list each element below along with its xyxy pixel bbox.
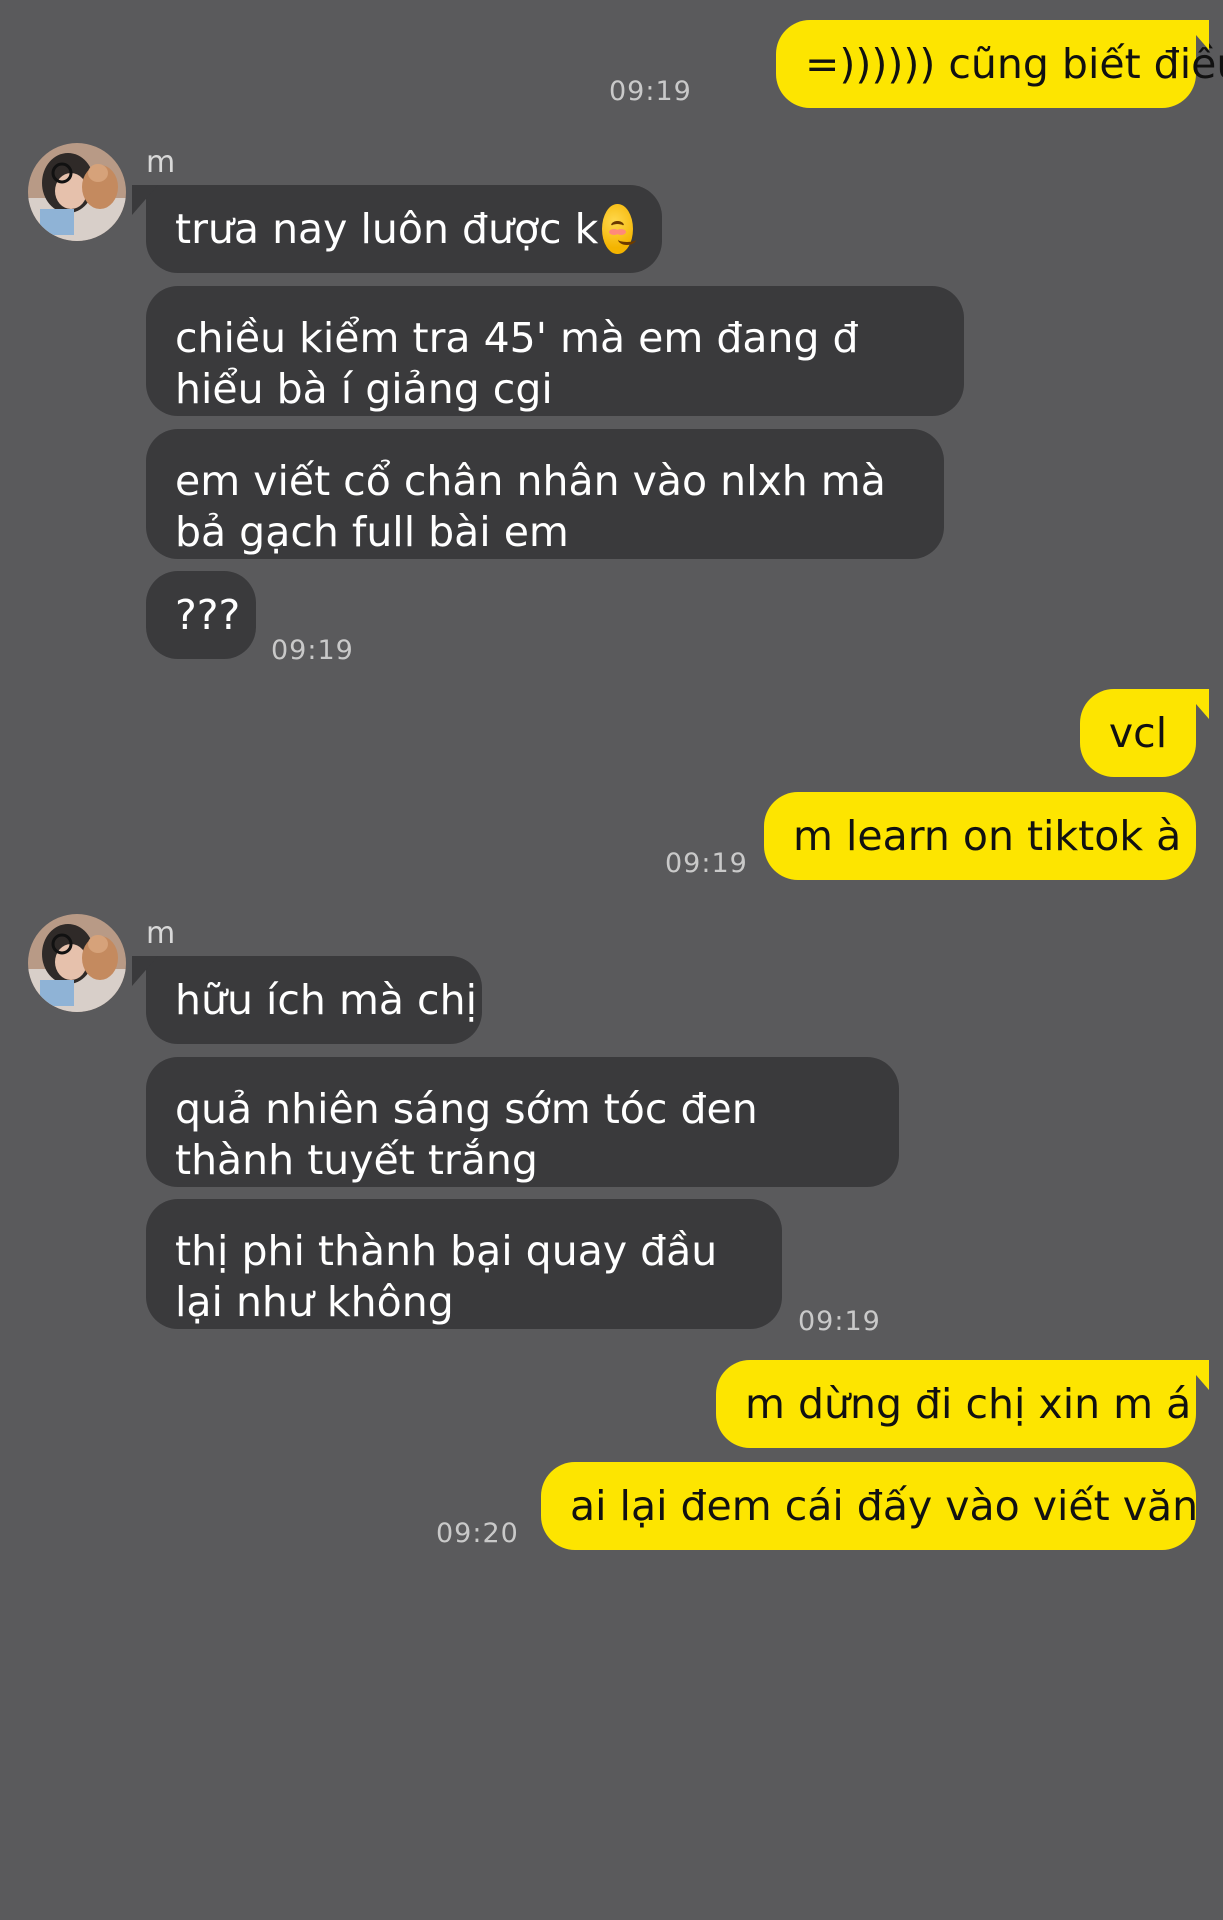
- message-text: m learn on tiktok à: [793, 811, 1182, 860]
- incoming-message-bubble[interactable]: ???: [146, 571, 256, 659]
- message-text: em viết cổ chân nhân vào nlxh mà bả gạch…: [175, 457, 886, 556]
- incoming-message-bubble[interactable]: trưa nay luôn được k: [146, 185, 662, 273]
- message-text: m dừng đi chị xin m á: [745, 1379, 1192, 1428]
- outgoing-message-bubble[interactable]: ai lại đem cái đấy vào viết văn: [541, 1462, 1199, 1550]
- message-timestamp: 09:19: [798, 1306, 881, 1337]
- message-text: =)))))) cũng biết điều: [805, 39, 1223, 88]
- message-text: chiều kiểm tra 45' mà em đang đ hiểu bà …: [175, 314, 859, 413]
- sender-name: m: [146, 916, 176, 951]
- contact-avatar-photo-icon: [28, 143, 126, 241]
- contact-avatar[interactable]: [28, 143, 126, 241]
- message-text: trưa nay luôn được k: [175, 204, 599, 253]
- message-text: thị phi thành bại quay đầu lại như không: [175, 1227, 718, 1326]
- outgoing-message-bubble[interactable]: m dừng đi chị xin m á: [716, 1360, 1196, 1448]
- message-text: quả nhiên sáng sớm tóc đen thành tuyết t…: [175, 1085, 758, 1184]
- incoming-message-bubble[interactable]: chiều kiểm tra 45' mà em đang đ hiểu bà …: [146, 286, 964, 416]
- sender-name: m: [146, 145, 176, 180]
- incoming-message-bubble[interactable]: hữu ích mà chị: [146, 956, 482, 1044]
- outgoing-message-bubble[interactable]: =)))))) cũng biết điều: [776, 20, 1223, 108]
- message-timestamp: 09:19: [271, 635, 354, 666]
- message-timestamp: 09:20: [436, 1518, 519, 1549]
- contact-avatar-photo-icon: [28, 914, 126, 1012]
- smiling-face-emoji-icon: [602, 204, 637, 254]
- outgoing-message-bubble[interactable]: vcl: [1080, 689, 1196, 777]
- outgoing-message-bubble[interactable]: m learn on tiktok à: [764, 792, 1196, 880]
- message-text: vcl: [1108, 708, 1168, 757]
- message-text: hữu ích mà chị: [175, 975, 477, 1024]
- incoming-message-bubble[interactable]: em viết cổ chân nhân vào nlxh mà bả gạch…: [146, 429, 944, 559]
- message-text: ai lại đem cái đấy vào viết văn: [570, 1481, 1199, 1530]
- incoming-message-bubble[interactable]: quả nhiên sáng sớm tóc đen thành tuyết t…: [146, 1057, 899, 1187]
- incoming-message-bubble[interactable]: thị phi thành bại quay đầu lại như không: [146, 1199, 782, 1329]
- contact-avatar[interactable]: [28, 914, 126, 1012]
- chat-thread[interactable]: =)))))) cũng biết điều 09:19 m trưa nay …: [0, 0, 1223, 1920]
- message-timestamp: 09:19: [609, 76, 692, 107]
- message-text: ???: [175, 590, 241, 639]
- message-timestamp: 09:19: [665, 848, 748, 879]
